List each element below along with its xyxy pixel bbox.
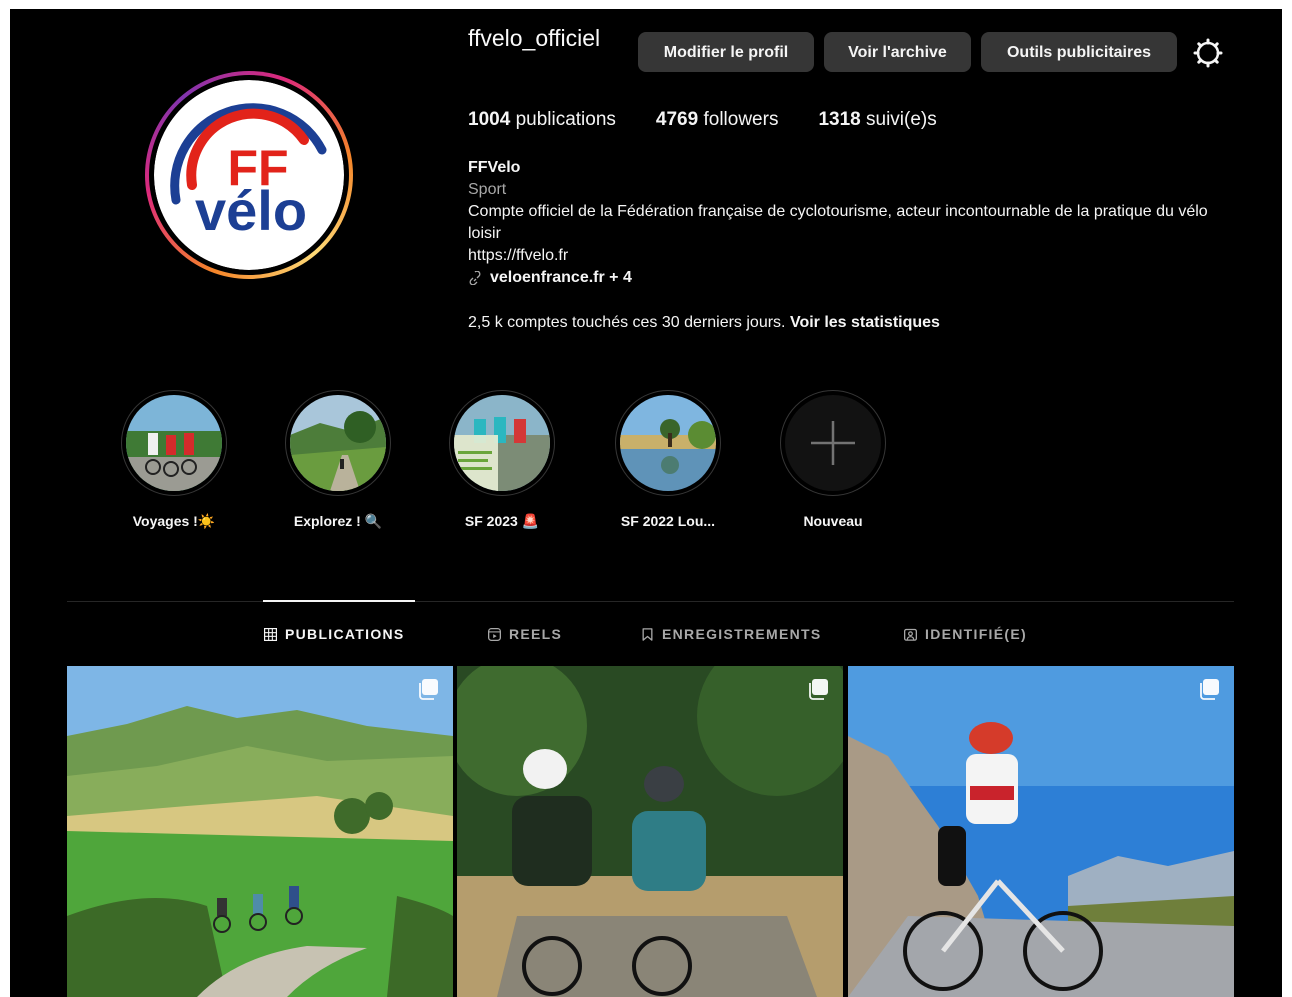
- tab-label: ENREGISTREMENTS: [662, 626, 822, 642]
- tabs-divider: [67, 601, 1234, 602]
- post-image: [457, 666, 843, 997]
- edit-profile-button[interactable]: Modifier le profil: [638, 32, 814, 72]
- tagged-icon: [904, 628, 917, 641]
- bio-category: Sport: [468, 181, 507, 198]
- settings-gear-icon[interactable]: [1192, 37, 1224, 69]
- bookmark-icon: [642, 627, 653, 641]
- plus-icon: [811, 421, 855, 465]
- view-archive-button[interactable]: Voir l'archive: [824, 32, 971, 72]
- profile-avatar-ring[interactable]: FF vélo: [145, 71, 353, 279]
- carousel-icon: [419, 679, 438, 700]
- tab-saved[interactable]: ENREGISTREMENTS: [641, 626, 822, 642]
- highlight-label: Nouveau: [803, 513, 863, 529]
- tab-label: IDENTIFIÉ(E): [925, 626, 1027, 642]
- bio-link2-label[interactable]: veloenfrance.fr + 4: [490, 267, 632, 289]
- tab-label: PUBLICATIONS: [285, 626, 405, 642]
- view-insights-link[interactable]: Voir les statistiques: [790, 314, 940, 331]
- highlight-voyages[interactable]: Voyages !☀️: [114, 390, 234, 530]
- post-thumbnail[interactable]: [67, 666, 453, 997]
- post-thumbnail[interactable]: [457, 666, 843, 997]
- highlight-cover-image: [290, 395, 386, 491]
- reels-icon: [488, 627, 501, 641]
- highlight-cover-image: [126, 395, 222, 491]
- logo-text-bottom: vélo: [195, 179, 307, 242]
- tab-reels[interactable]: REELS: [488, 626, 562, 642]
- profile-username: ffvelo_officiel: [468, 25, 601, 51]
- stat-posts: 1004 publications: [468, 109, 616, 130]
- highlight-sf2023[interactable]: SF 2023 🚨: [442, 390, 562, 530]
- ad-tools-button[interactable]: Outils publicitaires: [981, 32, 1177, 72]
- profile-stats: 1004 publications 4769 followers 1318 su…: [468, 109, 977, 131]
- bio-links-more[interactable]: veloenfrance.fr + 4: [468, 267, 1208, 289]
- insights-text: 2,5 k comptes touchés ces 30 derniers jo…: [468, 314, 786, 331]
- profile-bio: FFVelo Sport Compte officiel de la Fédér…: [468, 157, 1208, 289]
- highlight-explorez[interactable]: Explorez ! 🔍: [278, 390, 398, 530]
- stat-following[interactable]: 1318 suivi(e)s: [818, 109, 936, 131]
- link-icon: [469, 271, 481, 285]
- highlight-cover-image: [454, 395, 550, 491]
- carousel-icon: [1200, 679, 1219, 700]
- bio-name: FFVelo: [468, 159, 521, 176]
- active-tab-indicator: [263, 600, 415, 602]
- profile-avatar[interactable]: FF vélo: [154, 80, 344, 270]
- ffvelo-logo: FF vélo: [154, 80, 344, 270]
- highlight-sf2022[interactable]: SF 2022 Lou...: [608, 390, 728, 529]
- tab-tagged[interactable]: IDENTIFIÉ(E): [904, 626, 1027, 642]
- tab-publications[interactable]: PUBLICATIONS: [264, 626, 405, 642]
- carousel-icon: [809, 679, 828, 700]
- bio-link-website[interactable]: https://ffvelo.fr: [468, 245, 1208, 267]
- highlight-label: SF 2023 🚨: [464, 513, 540, 529]
- grid-icon: [264, 627, 277, 641]
- highlight-label: SF 2022 Lou...: [620, 513, 716, 529]
- profile-page: FF vélo ffvelo_officiel Modifier le prof…: [10, 9, 1282, 997]
- highlight-new[interactable]: Nouveau: [773, 390, 893, 529]
- post-image: [67, 666, 453, 997]
- bio-description: Compte officiel de la Fédération françai…: [468, 203, 1208, 242]
- post-thumbnail[interactable]: [848, 666, 1234, 997]
- post-image: [848, 666, 1234, 997]
- highlight-cover-image: [620, 395, 716, 491]
- profile-insights: 2,5 k comptes touchés ces 30 derniers jo…: [468, 312, 940, 334]
- stat-followers[interactable]: 4769 followers: [656, 109, 779, 131]
- highlight-label: Explorez ! 🔍: [293, 513, 383, 529]
- highlight-label: Voyages !☀️: [132, 513, 216, 529]
- tab-label: REELS: [509, 626, 563, 642]
